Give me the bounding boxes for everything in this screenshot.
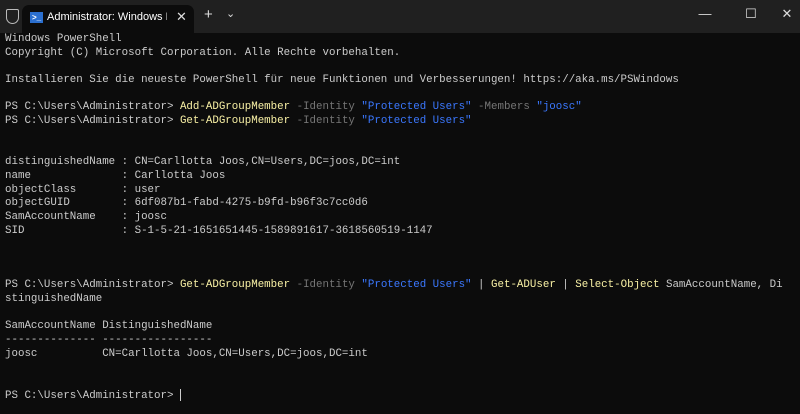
current-prompt[interactable]: PS C:\Users\Administrator> [5, 388, 800, 403]
cmdlet: Add-ADGroupMember [179, 101, 291, 114]
shield-icon [6, 9, 19, 24]
output-line: SID : S-1-5-21-1651651445-1589891617-361… [5, 224, 433, 237]
string: "joosc" [536, 101, 582, 114]
pipe: | [471, 279, 491, 292]
string: "Protected Users" [361, 115, 472, 128]
minimize-button[interactable]: — [690, 6, 720, 21]
cursor [179, 388, 181, 401]
wrapped-line: stinguishedName [5, 293, 103, 306]
powershell-icon: >_ [30, 12, 43, 23]
close-button[interactable]: ✕ [772, 6, 800, 22]
table-header: SamAccountName DistinguishedName [5, 320, 213, 333]
cmdlet: Get-ADGroupMember [179, 279, 291, 292]
new-tab-button[interactable]: + [204, 6, 213, 23]
prompt: PS C:\Users\Administrator> [5, 389, 180, 402]
parameter: -Identity [290, 101, 362, 114]
output-line: distinguishedName : CN=Carllotta Joos,CN… [5, 156, 401, 169]
parameter: -Identity [290, 279, 362, 292]
command-line: PS C:\Users\Administrator> Get-ADGroupMe… [5, 279, 800, 293]
output-line: objectGUID : 6df087b1-fabd-4275-b9fd-b96… [5, 197, 368, 210]
cmdlet: Get-ADGroupMember [179, 115, 291, 128]
chevron-down-icon[interactable]: ⌄ [226, 7, 235, 20]
banner-line: Windows PowerShell [5, 33, 122, 45]
cmdlet: Get-ADUser [491, 279, 556, 292]
tab-title: Administrator: Windows Powe [47, 11, 167, 23]
table-divider: -------------- ----------------- [5, 334, 213, 347]
arguments: SamAccountName, Di [659, 279, 783, 292]
banner-line: Installieren Sie die neueste PowerShell … [5, 74, 679, 87]
cmdlet: Select-Object [575, 279, 660, 292]
output-line: name : Carllotta Joos [5, 169, 226, 182]
banner-line: Copyright (C) Microsoft Corporation. All… [5, 46, 401, 59]
terminal-output[interactable]: Windows PowerShell Copyright (C) Microso… [5, 33, 800, 403]
prompt: PS C:\Users\Administrator> [5, 115, 180, 128]
string: "Protected Users" [361, 279, 472, 292]
output-line: objectClass : user [5, 183, 161, 196]
prompt: PS C:\Users\Administrator> [5, 101, 180, 114]
tab-powershell[interactable]: >_ Administrator: Windows Powe ✕ [22, 5, 194, 33]
command-line: PS C:\Users\Administrator> Add-ADGroupMe… [5, 101, 800, 115]
pipe: | [555, 279, 576, 292]
maximize-button[interactable]: ☐ [736, 6, 766, 22]
output-line: SamAccountName : joosc [5, 210, 167, 223]
string: "Protected Users" [361, 101, 472, 114]
prompt: PS C:\Users\Administrator> [5, 279, 180, 292]
title-bar: >_ Administrator: Windows Powe ✕ + ⌄ — ☐… [0, 0, 800, 33]
tab-close-button[interactable]: ✕ [176, 9, 187, 25]
parameter: -Identity [290, 115, 362, 128]
command-line: PS C:\Users\Administrator> Get-ADGroupMe… [5, 115, 800, 129]
parameter: -Members [471, 101, 537, 114]
table-row: joosc CN=Carllotta Joos,CN=Users,DC=joos… [5, 347, 368, 360]
